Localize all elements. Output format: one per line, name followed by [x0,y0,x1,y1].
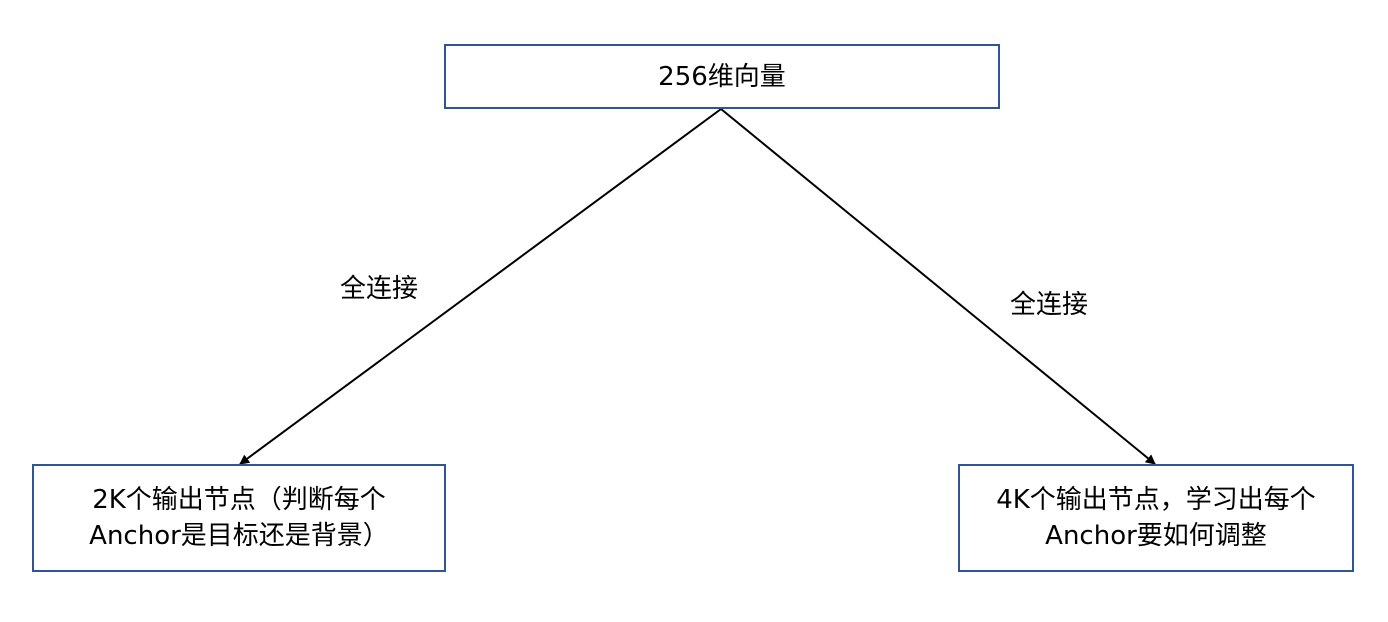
node-label-line1: 2K个输出节点（判断每个 [92,485,386,515]
diagram: 256维向量 2K个输出节点（判断每个 Anchor是目标还是背景） 4K个输出… [0,0,1388,622]
edge-label-left: 全连接 [340,274,419,304]
node-label-line2: Anchor是目标还是背景） [89,521,389,551]
node-2k-output: 2K个输出节点（判断每个 Anchor是目标还是背景） [32,464,446,572]
node-label: 256维向量 [658,61,786,92]
node-4k-output: 4K个输出节点，学习出每个 Anchor要如何调整 [958,464,1354,572]
node-label-line1: 4K个输出节点，学习出每个 [996,485,1316,515]
edge-label-right: 全连接 [1010,290,1089,320]
node-label-line2: Anchor要如何调整 [1045,521,1267,551]
edge-right-arrow [720,108,1156,465]
node-256d-vector: 256维向量 [444,44,1000,109]
edge-left-arrow [239,108,722,465]
